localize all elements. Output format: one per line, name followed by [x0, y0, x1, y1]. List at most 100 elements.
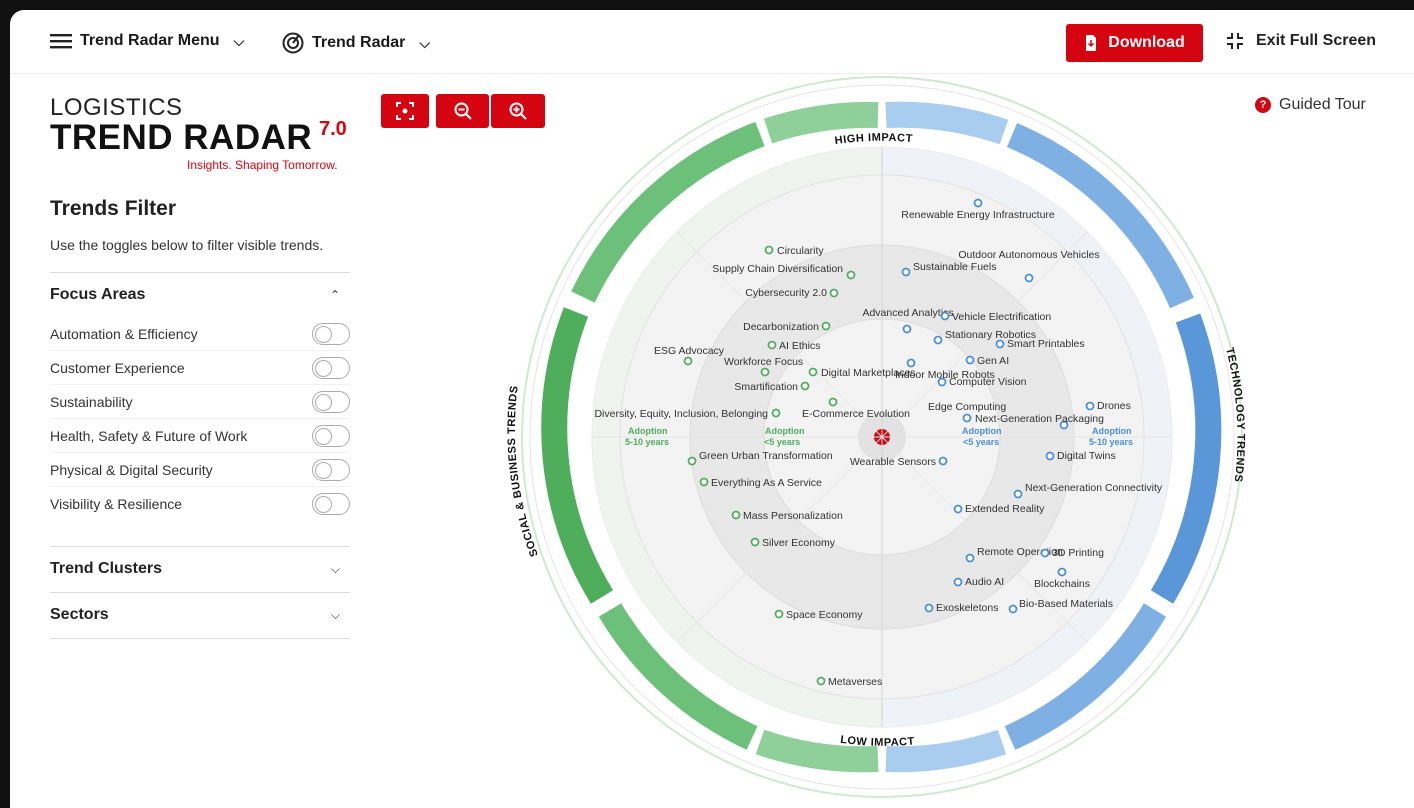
- focus-area-toggle[interactable]: [312, 356, 350, 379]
- svg-text:Digital Twins: Digital Twins: [1057, 450, 1116, 462]
- focus-area-label: Customer Experience: [50, 359, 185, 376]
- divider: [50, 638, 350, 639]
- divider: [50, 592, 350, 593]
- chevron-down-icon: ⌵: [419, 34, 430, 51]
- svg-text:Everything As A Service: Everything As A Service: [711, 477, 822, 489]
- svg-text:Edge Computing: Edge Computing: [928, 401, 1006, 413]
- svg-text:Blockchains: Blockchains: [1034, 578, 1090, 590]
- exit-full-screen-button[interactable]: Exit Full Screen: [1226, 32, 1376, 50]
- sectors-label: Sectors: [50, 606, 109, 623]
- logo-version: 7.0: [319, 118, 347, 140]
- adoption-left-inner-2: <5 years: [764, 437, 800, 447]
- svg-text:Silver Economy: Silver Economy: [762, 537, 836, 549]
- trend-silver-economy[interactable]: Silver Economy: [750, 537, 836, 549]
- adoption-right-outer-2: 5-10 years: [1089, 437, 1133, 447]
- zoom-in-icon: [509, 102, 527, 120]
- top-bar: Trend Radar Menu ⌵ Trend Radar ⌵ Downloa…: [10, 10, 1414, 74]
- hamburger-icon: [50, 34, 72, 49]
- svg-text:Computer Vision: Computer Vision: [949, 376, 1027, 388]
- svg-text:Advanced Analytics: Advanced Analytics: [862, 307, 953, 319]
- svg-text:3D Printing: 3D Printing: [1052, 547, 1104, 559]
- trend-radar-menu[interactable]: Trend Radar Menu ⌵: [50, 32, 244, 50]
- trend-clusters-label: Trend Clusters: [50, 560, 163, 577]
- focus-icon: [396, 102, 414, 120]
- svg-text:Vehicle Electrification: Vehicle Electrification: [952, 311, 1051, 323]
- trend-wearable-sensors[interactable]: Wearable Sensors: [850, 456, 948, 468]
- zoom-out-button[interactable]: [436, 94, 489, 128]
- svg-text:Extended Reality: Extended Reality: [965, 503, 1045, 515]
- focus-area-toggle[interactable]: [312, 493, 350, 515]
- radar-icon: [282, 32, 304, 54]
- trend-radar-dropdown[interactable]: Trend Radar ⌵: [282, 32, 430, 54]
- trend-clusters-header[interactable]: Trend Clusters ⌵: [50, 560, 350, 578]
- trend-vehicle-electrification[interactable]: Vehicle Electrification: [940, 311, 1052, 323]
- trend-diversity[interactable]: Diversity, Equity, Inclusion, Belonging: [594, 408, 781, 420]
- svg-text:Wearable Sensors: Wearable Sensors: [850, 456, 936, 468]
- svg-text:Mass Personalization: Mass Personalization: [743, 510, 843, 522]
- chevron-down-icon: ⌵: [330, 561, 340, 576]
- trend-computer-vision[interactable]: Computer Vision: [937, 376, 1027, 388]
- svg-text:Audio AI: Audio AI: [965, 576, 1004, 588]
- chevron-up-icon: ⌃: [329, 288, 340, 302]
- trend-cybersecurity[interactable]: Cybersecurity 2.0: [745, 287, 839, 299]
- focus-area-label: Health, Safety & Future of Work: [50, 427, 248, 444]
- zoom-in-button[interactable]: [491, 94, 545, 128]
- chevron-down-icon: ⌵: [233, 32, 245, 49]
- svg-text:AI Ethics: AI Ethics: [779, 340, 820, 352]
- svg-text:Green Urban Transformation: Green Urban Transformation: [699, 450, 833, 462]
- focus-area-row: Visibility & Resilience: [50, 487, 350, 521]
- trend-smart-printables[interactable]: Smart Printables: [995, 338, 1085, 350]
- trend-exoskeletons[interactable]: Exoskeletons: [924, 602, 999, 614]
- svg-text:Sustainable Fuels: Sustainable Fuels: [913, 261, 996, 273]
- focus-area-label: Sustainability: [50, 393, 133, 410]
- exit-label: Exit Full Screen: [1256, 32, 1377, 49]
- svg-text:Outdoor Autonomous Vehicles: Outdoor Autonomous Vehicles: [958, 249, 1099, 261]
- focus-area-label: Visibility & Resilience: [50, 496, 183, 512]
- svg-text:Decarbonization: Decarbonization: [743, 321, 819, 333]
- svg-text:ESG Advocacy: ESG Advocacy: [654, 345, 725, 357]
- focus-areas-header[interactable]: Focus Areas ⌃: [50, 286, 350, 304]
- svg-text:Remote Operation: Remote Operation: [977, 546, 1063, 558]
- adoption-left-outer-1: Adoption: [628, 426, 668, 436]
- focus-areas-label: Focus Areas: [50, 286, 146, 303]
- trend-everything-as-a-service[interactable]: Everything As A Service: [699, 477, 823, 489]
- adoption-left-inner-1: Adoption: [765, 426, 805, 436]
- svg-text:Gen AI: Gen AI: [977, 355, 1009, 367]
- trend-mass-personalization[interactable]: Mass Personalization: [731, 510, 843, 522]
- svg-text:Workforce Focus: Workforce Focus: [724, 356, 803, 368]
- trend-space-economy[interactable]: Space Economy: [774, 609, 864, 621]
- svg-text:Smartification: Smartification: [734, 381, 798, 393]
- app-frame: HIGH IMPACT LOW IMPACT SOCIAL & BUSINESS…: [10, 10, 1414, 808]
- focus-area-row: Sustainability: [50, 385, 350, 419]
- focus-area-toggle[interactable]: [312, 458, 350, 481]
- trend-extended-reality[interactable]: Extended Reality: [953, 503, 1046, 515]
- sectors-header[interactable]: Sectors ⌵: [50, 606, 350, 624]
- focus-area-toggle[interactable]: [312, 424, 350, 447]
- svg-text:Space Economy: Space Economy: [786, 609, 863, 621]
- trend-smartification[interactable]: Smartification: [734, 381, 810, 393]
- svg-text:Cybersecurity 2.0: Cybersecurity 2.0: [745, 287, 827, 299]
- adoption-right-inner-1: Adoption: [962, 426, 1002, 436]
- focus-area-toggle[interactable]: [312, 390, 350, 413]
- svg-text:Smart Printables: Smart Printables: [1007, 338, 1085, 350]
- svg-text:Drones: Drones: [1097, 400, 1131, 412]
- svg-text:Metaverses: Metaverses: [828, 676, 882, 688]
- exit-fullscreen-icon: [1227, 33, 1243, 49]
- focus-area-toggle[interactable]: [312, 322, 350, 345]
- trend-metaverses[interactable]: Metaverses: [816, 676, 883, 688]
- logo-tagline: Insights. Shaping Tomorrow.: [187, 158, 338, 172]
- divider: [50, 546, 350, 547]
- trend-decarbonization[interactable]: Decarbonization: [743, 321, 831, 333]
- zoom-out-icon: [454, 102, 472, 120]
- reset-view-button[interactable]: [381, 94, 429, 128]
- focus-area-row: Physical & Digital Security: [50, 453, 350, 487]
- svg-text:Circularity: Circularity: [777, 245, 824, 257]
- guided-tour-link[interactable]: ? Guided Tour: [1255, 96, 1366, 114]
- help-icon: ?: [1255, 97, 1271, 113]
- download-button[interactable]: Download: [1066, 24, 1203, 62]
- focus-area-row: Automation & Efficiency: [50, 317, 350, 351]
- radar-dropdown-label: Trend Radar: [312, 34, 406, 51]
- trend-digital-twins[interactable]: Digital Twins: [1045, 450, 1116, 462]
- svg-text:Renewable Energy Infrastructur: Renewable Energy Infrastructure: [901, 209, 1055, 221]
- adoption-left-outer-2: 5-10 years: [625, 437, 669, 447]
